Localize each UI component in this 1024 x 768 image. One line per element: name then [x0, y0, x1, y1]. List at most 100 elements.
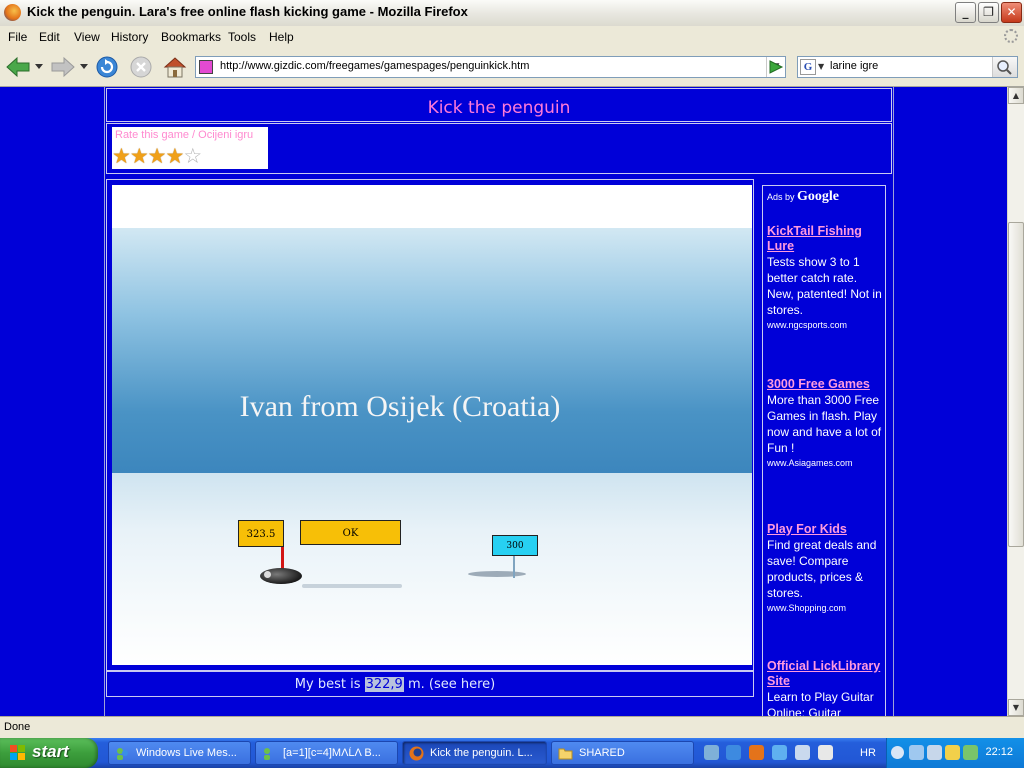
- ad-description: More than 3000 Free Games in flash. Play…: [767, 393, 882, 455]
- taskbar-item-chat[interactable]: [a=1][c=4]MΛĹΛ B...: [255, 741, 398, 765]
- quicklaunch-icon[interactable]: [795, 745, 810, 760]
- stop-button[interactable]: [128, 54, 154, 80]
- best-suffix[interactable]: m. (see here): [404, 677, 495, 692]
- ad-title[interactable]: KickTail Fishing Lure: [767, 224, 885, 254]
- ad-title[interactable]: Official LickLibrary Site: [767, 659, 885, 689]
- back-arrow-icon: [6, 56, 30, 78]
- ad-title[interactable]: 3000 Free Games: [767, 377, 885, 392]
- folder-icon: [558, 748, 573, 760]
- menu-file[interactable]: File: [8, 30, 27, 44]
- search-engine-icon[interactable]: G: [800, 59, 816, 75]
- slide-trail: [302, 584, 402, 588]
- menu-bookmarks[interactable]: Bookmarks: [161, 30, 221, 44]
- close-button[interactable]: ✕: [1001, 2, 1022, 23]
- back-history-dropdown[interactable]: [34, 54, 44, 80]
- stop-icon: [130, 56, 152, 78]
- star-filled-icon[interactable]: ★: [112, 144, 131, 168]
- ok-button[interactable]: OK: [300, 520, 401, 545]
- ad-item[interactable]: KickTail Fishing Lure Tests show 3 to 1 …: [767, 224, 885, 330]
- scroll-thumb[interactable]: [1008, 222, 1024, 547]
- ad-url[interactable]: www.Shopping.com: [767, 603, 885, 613]
- chevron-down-icon: [35, 64, 43, 69]
- google-ads-panel: Ads by Google KickTail Fishing Lure Test…: [762, 185, 886, 716]
- menu-view[interactable]: View: [74, 30, 100, 44]
- url-text[interactable]: http://www.gizdic.com/freegames/gamespag…: [220, 60, 529, 72]
- star-empty-icon[interactable]: ☆: [183, 144, 202, 168]
- monitor-icon[interactable]: [927, 745, 942, 760]
- network-icon[interactable]: [909, 745, 924, 760]
- go-button[interactable]: [764, 56, 788, 78]
- forward-button[interactable]: [49, 54, 77, 80]
- scroll-up-button[interactable]: ▲: [1008, 87, 1024, 104]
- taskbar-item-label: Kick the penguin. L...: [430, 747, 533, 759]
- ads-by-label[interactable]: Ads by Google: [767, 189, 839, 205]
- page-title: Kick the penguin: [427, 98, 571, 118]
- search-box[interactable]: G ▼ larine igre: [797, 56, 1018, 78]
- restore-button[interactable]: ❐: [978, 2, 999, 23]
- home-button[interactable]: [161, 54, 189, 80]
- start-label: start: [32, 742, 69, 761]
- search-input[interactable]: larine igre: [830, 60, 878, 72]
- messenger-icon: [117, 748, 128, 760]
- address-bar[interactable]: http://www.gizdic.com/freegames/gamespag…: [195, 56, 786, 78]
- google-logo: Google: [797, 189, 840, 204]
- title-panel: Kick the penguin: [106, 88, 892, 122]
- ad-url[interactable]: www.Asiagames.com: [767, 458, 885, 468]
- taskbar-item-label: [a=1][c=4]MΛĹΛ B...: [283, 747, 381, 759]
- firefox-icon: [409, 746, 424, 761]
- media-player-icon[interactable]: [818, 745, 833, 760]
- search-button[interactable]: [992, 57, 1017, 77]
- vertical-scrollbar[interactable]: ▲ ▼: [1007, 87, 1024, 716]
- flash-game[interactable]: Ivan from Osijek (Croatia) 323.5 OK 300: [112, 185, 752, 665]
- scroll-down-button[interactable]: ▼: [1008, 699, 1024, 716]
- firefox-quicklaunch-icon[interactable]: [749, 745, 764, 760]
- rate-label: Rate this game / Ocijeni igru: [115, 129, 254, 141]
- star-rating[interactable]: ★★★★☆: [112, 144, 202, 168]
- ie-icon[interactable]: [726, 745, 741, 760]
- quicklaunch-icon[interactable]: [704, 745, 719, 760]
- status-bar: Done: [0, 716, 1024, 738]
- status-text: Done: [4, 721, 31, 733]
- menu-tools[interactable]: Tools: [228, 30, 256, 44]
- window-title: Kick the penguin. Lara's free online fla…: [27, 4, 468, 19]
- star-filled-icon[interactable]: ★: [148, 144, 167, 168]
- back-button[interactable]: [4, 54, 32, 80]
- home-icon: [163, 57, 187, 78]
- ad-item[interactable]: Play For Kids Find great deals and save!…: [767, 522, 885, 613]
- penguin-eye: [264, 571, 271, 578]
- star-filled-icon[interactable]: ★: [130, 144, 149, 168]
- menu-edit[interactable]: Edit: [39, 30, 60, 44]
- menu-help[interactable]: Help: [269, 30, 294, 44]
- tray-expand-icon[interactable]: [891, 746, 904, 759]
- marker-shadow: [468, 571, 526, 577]
- ad-item[interactable]: 3000 Free Games More than 3000 Free Game…: [767, 377, 885, 468]
- taskbar-item-label: SHARED: [579, 747, 625, 759]
- reload-button[interactable]: [94, 54, 120, 80]
- taskbar-item-firefox[interactable]: Kick the penguin. L...: [402, 741, 547, 765]
- minimize-button[interactable]: _: [955, 2, 976, 23]
- language-indicator[interactable]: HR: [860, 747, 876, 759]
- menu-history[interactable]: History: [111, 30, 148, 44]
- forward-arrow-icon: [51, 56, 75, 78]
- messenger-status-icon[interactable]: [963, 745, 978, 760]
- forward-history-dropdown[interactable]: [79, 54, 89, 80]
- ad-title[interactable]: Play For Kids: [767, 522, 885, 537]
- star-filled-icon[interactable]: ★: [165, 144, 184, 168]
- game-snow-field: [112, 473, 752, 665]
- system-tray: 22:12: [886, 738, 1024, 768]
- throbber-icon: [1004, 29, 1018, 43]
- windows-logo-icon: [10, 745, 25, 760]
- taskbar-item-folder[interactable]: SHARED: [551, 741, 694, 765]
- menu-bar: File Edit View History Bookmarks Tools H…: [0, 26, 1024, 48]
- warning-icon[interactable]: [945, 745, 960, 760]
- quicklaunch-icon[interactable]: [772, 745, 787, 760]
- start-button[interactable]: start: [0, 738, 98, 768]
- best-prefix: My best is: [294, 677, 365, 692]
- taskbar-item-messenger[interactable]: Windows Live Mes...: [108, 741, 251, 765]
- ad-url[interactable]: www.ngcsports.com: [767, 320, 885, 330]
- ad-item[interactable]: Official LickLibrary Site Learn to Play …: [767, 659, 885, 716]
- search-engine-dropdown[interactable]: ▼: [818, 59, 824, 75]
- site-favicon: [199, 60, 213, 74]
- score-sign: 323.5: [238, 520, 284, 547]
- marker-pole: [513, 556, 515, 578]
